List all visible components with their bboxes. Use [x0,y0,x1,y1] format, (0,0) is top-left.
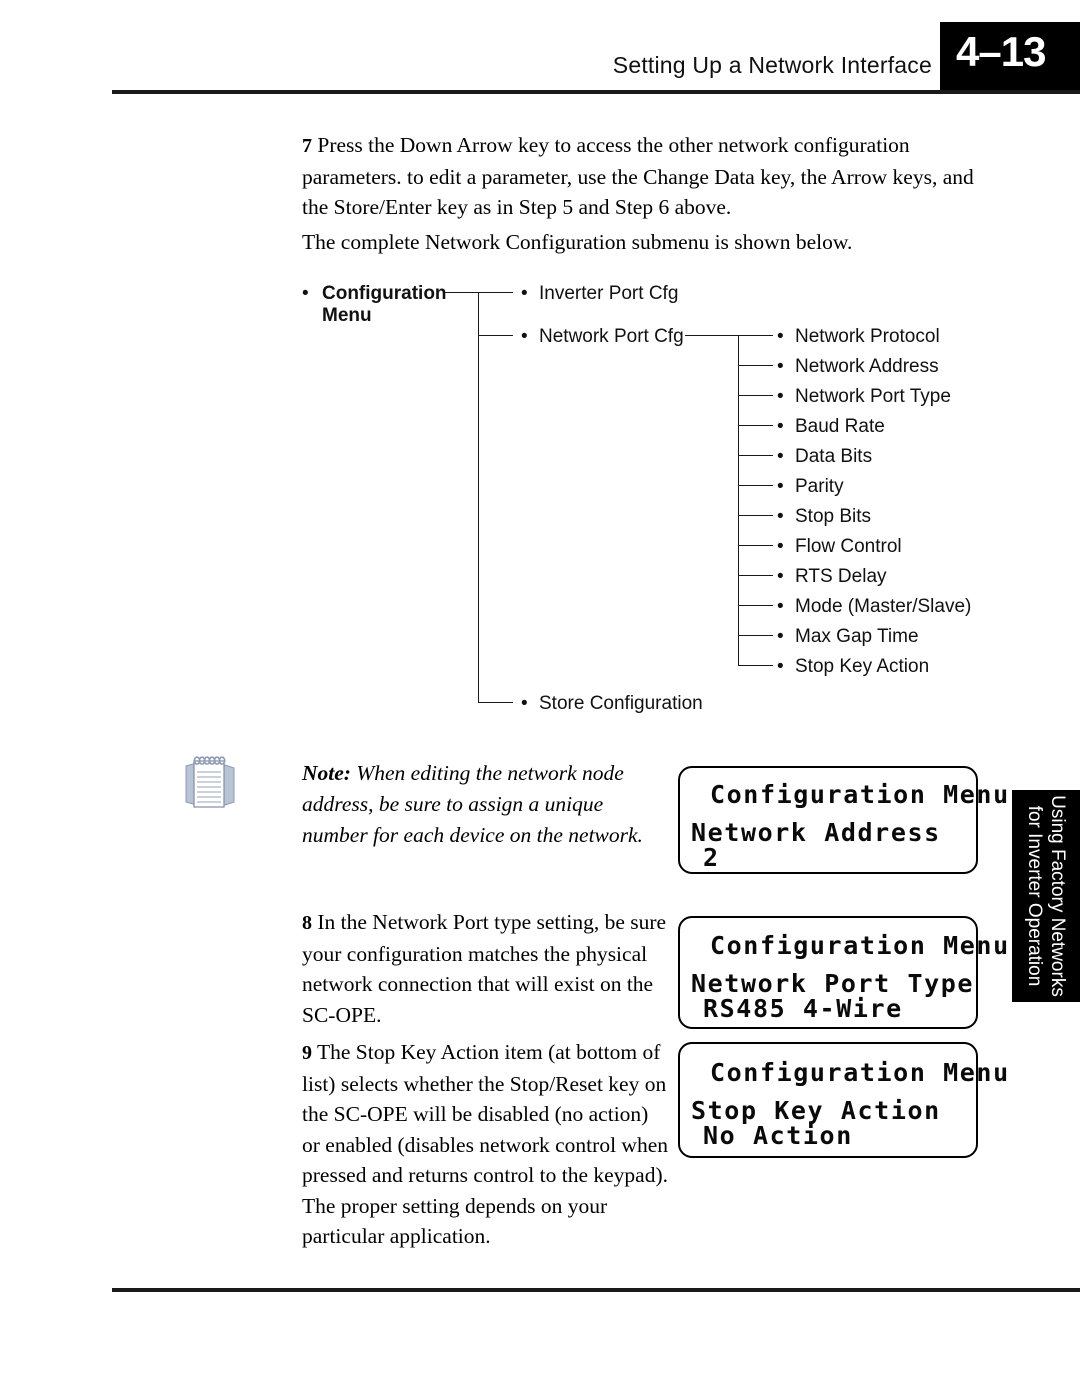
tree-level1-bullet-2: • [521,693,528,714]
step-9-number: 9 [302,1042,312,1064]
step-9-paragraph: 9 The Stop Key Action item (at bottom of… [302,1037,670,1252]
note-text: When editing the network node address, b… [302,761,643,847]
side-tab-line2: for Inverter Operation [1024,805,1045,987]
chapter-side-tab: Using Factory Networks for Inverter Oper… [1012,790,1080,1002]
tree-level2-label-rts-delay: RTS Delay [795,566,887,587]
tree-branch-data-bits [738,455,773,456]
note-block: Note: When editing the network node addr… [302,758,657,851]
lcd-panel-network-port-type: Configuration Menu Network Port Type RS4… [678,916,1008,1029]
tree-branch-baud-rate [738,425,773,426]
lcd3-line1: Configuration Menu [710,1058,1010,1087]
tree-level1-spine [478,292,479,702]
tree-level2-label-max-gap-time: Max Gap Time [795,626,919,647]
tree-level2-label-network-protocol: Network Protocol [795,326,940,347]
tree-branch-flow-control [738,545,773,546]
footer-rule [112,1288,1080,1292]
tree-level2-bullet-1: • [777,356,784,377]
tree-level2-label-network-port-type: Network Port Type [795,386,951,407]
tree-level1-label-store-configuration: Store Configuration [539,693,703,714]
tree-branch-mode-master-slave [738,605,773,606]
step-8-number: 8 [302,912,312,934]
step-8-text: In the Network Port type setting, be sur… [302,910,667,1027]
tree-branch-inverter-port-cfg [478,292,513,293]
tree-branch-max-gap-time [738,635,773,636]
lcd1-line3: 2 [703,843,720,872]
tree-branch-stop-key-action [738,665,773,666]
tree-branch-network-port-cfg [478,335,513,336]
lcd-panel-stop-key-action: Configuration Menu Stop Key Action No Ac… [678,1042,1008,1158]
tree-level2-label-baud-rate: Baud Rate [795,416,885,437]
tree-branch-network-protocol [738,335,773,336]
tree-root-connector [445,292,478,293]
configuration-menu-tree: • Configuration Menu • Inverter Port Cfg… [0,0,1080,760]
lcd2-line1: Configuration Menu [710,931,1010,960]
tree-branch-stop-bits [738,515,773,516]
tree-level2-label-parity: Parity [795,476,844,497]
tree-level1-label-network-port-cfg: Network Port Cfg [539,326,684,347]
tree-level2-bullet-7: • [777,536,784,557]
chapter-side-tab-text: Using Factory Networks for Inverter Oper… [1023,790,1069,1002]
tree-level2-bullet-6: • [777,506,784,527]
tree-level2-bullet-0: • [777,326,784,347]
tree-level2-label-mode-master-slave: Mode (Master/Slave) [795,596,972,617]
tree-branch-network-port-type [738,395,773,396]
note-label: Note: [302,761,351,785]
tree-root-bullet: • [302,283,309,304]
tree-level2-spine [738,335,739,665]
tree-root-label-line1: Configuration [322,283,447,304]
lcd1-line1: Configuration Menu [710,780,1010,809]
tree-level2-label-stop-key-action: Stop Key Action [795,656,930,677]
tree-level2-label-network-address: Network Address [795,356,939,377]
tree-network-port-cfg-connector [685,335,738,336]
tree-level2-bullet-4: • [777,446,784,467]
tree-level2-bullet-8: • [777,566,784,587]
lcd3-line3: No Action [703,1121,853,1150]
tree-level2-bullet-10: • [777,626,784,647]
tree-level1-bullet-1: • [521,326,528,347]
lcd1-line2: Network Address [691,818,941,847]
step-9-text: The Stop Key Action item (at bottom of l… [302,1040,668,1248]
tree-level2-bullet-5: • [777,476,784,497]
step-8-paragraph: 8 In the Network Port type setting, be s… [302,907,670,1030]
lcd-panel-network-address: Configuration Menu Network Address 2 [678,766,1008,874]
side-tab-line1: Using Factory Networks [1047,795,1068,997]
lcd2-line3: RS485 4-Wire [703,994,903,1023]
tree-branch-parity [738,485,773,486]
tree-branch-network-address [738,365,773,366]
tree-level2-bullet-11: • [777,656,784,677]
tree-branch-store-configuration [478,702,513,703]
tree-level2-label-flow-control: Flow Control [795,536,902,557]
tree-level2-label-data-bits: Data Bits [795,446,873,467]
tree-level1-bullet-0: • [521,283,528,304]
tree-level2-bullet-9: • [777,596,784,617]
notepad-icon [178,752,240,814]
tree-branch-rts-delay [738,575,773,576]
tree-level1-label-inverter-port-cfg: Inverter Port Cfg [539,283,679,304]
manual-page: Setting Up a Network Interface 4–13 7 Pr… [0,0,1080,1388]
tree-root-label-line2: Menu [322,305,372,326]
tree-level2-bullet-2: • [777,386,784,407]
tree-level2-bullet-3: • [777,416,784,437]
tree-level2-label-stop-bits: Stop Bits [795,506,872,527]
